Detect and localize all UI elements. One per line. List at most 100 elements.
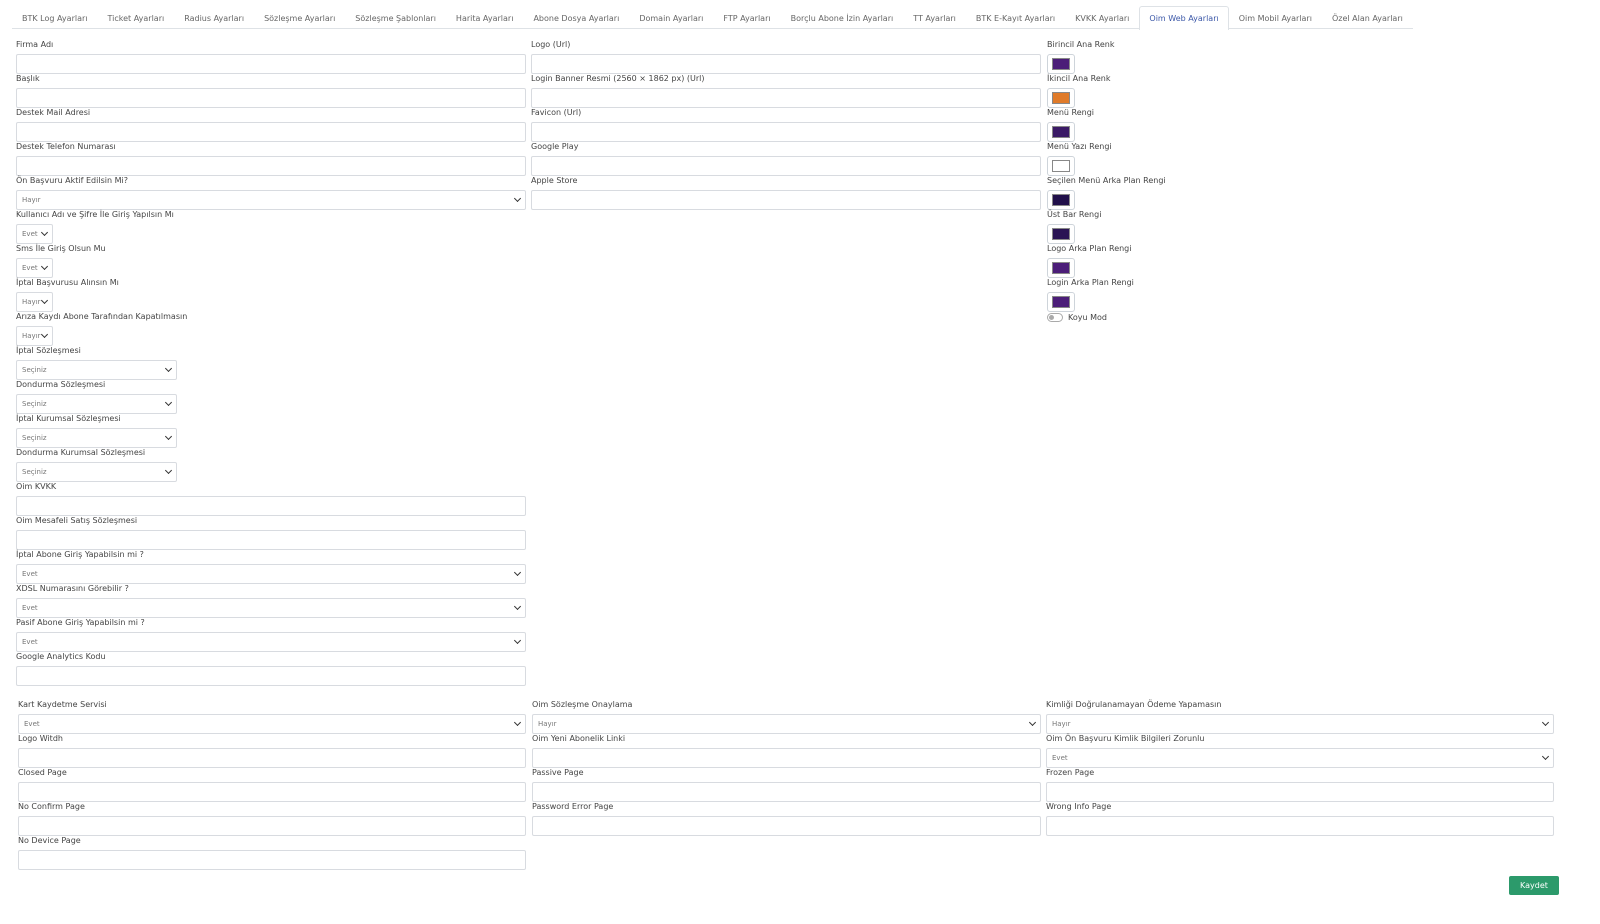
iptal-basvuru-select[interactable]: Hayır	[16, 292, 53, 312]
wrong-info-page-input[interactable]	[1046, 816, 1554, 836]
chevron-down-icon	[164, 398, 173, 407]
baslik-label: Başlık	[16, 74, 40, 83]
no-confirm-page-label: No Confirm Page	[18, 802, 85, 811]
ariza-kaydi-select[interactable]: Hayır	[16, 326, 53, 346]
iptal-basvuru-field: İptal Başvurusu Alınsın Mı Hayır	[16, 277, 316, 312]
ariza-kaydi-field: Arıza Kaydı Abone Tarafından Kapatılması…	[16, 311, 316, 346]
menu-renk-picker[interactable]	[1047, 122, 1075, 142]
oim-kvkk-input[interactable]	[16, 496, 526, 516]
login-banner-input[interactable]	[531, 88, 1041, 108]
sms-giris-label: Sms İle Giriş Olsun Mu	[16, 244, 106, 253]
menu-renk-field: Menü Rengi	[1047, 107, 1247, 142]
tab-kvkk[interactable]: KVKK Ayarları	[1065, 6, 1139, 29]
oim-on-basvuru-kimlik-value: Evet	[1052, 754, 1068, 762]
color-swatch	[1052, 296, 1070, 308]
passive-page-field: Passive Page	[532, 767, 1041, 802]
google-analytics-input[interactable]	[16, 666, 526, 686]
destek-telefon-input[interactable]	[16, 156, 526, 176]
dondurma-sozlesme-select[interactable]: Seçiniz	[16, 394, 177, 414]
destek-telefon-field: Destek Telefon Numarası	[16, 141, 526, 176]
on-basvuru-field: Ön Başvuru Aktif Edilsin Mi? Hayır	[16, 175, 526, 210]
ust-bar-renk-field: Üst Bar Rengi	[1047, 209, 1247, 244]
logo-url-input[interactable]	[531, 54, 1041, 74]
kimligi-dogrulanamayan-value: Hayır	[1052, 720, 1071, 728]
birincil-renk-label: Birincil Ana Renk	[1047, 40, 1115, 49]
destek-mail-input[interactable]	[16, 122, 526, 142]
sms-giris-select[interactable]: Evet	[16, 258, 53, 278]
baslik-input[interactable]	[16, 88, 526, 108]
dondurma-kurumsal-select[interactable]: Seçiniz	[16, 462, 177, 482]
tab-domain[interactable]: Domain Ayarları	[629, 6, 713, 29]
google-play-input[interactable]	[531, 156, 1041, 176]
iptal-sozlesme-value: Seçiniz	[22, 366, 47, 374]
tab-sozlesme-sablonlari[interactable]: Sözleşme Şablonları	[345, 6, 446, 29]
tab-btk-log[interactable]: BTK Log Ayarları	[12, 6, 98, 29]
secilen-menu-renk-picker[interactable]	[1047, 190, 1075, 210]
oim-sozlesme-onay-select[interactable]: Hayır	[532, 714, 1041, 734]
tab-abone-dosya[interactable]: Abone Dosya Ayarları	[523, 6, 629, 29]
login-arka-renk-picker[interactable]	[1047, 292, 1075, 312]
xdsl-numara-label: XDSL Numarasını Görebilir ?	[16, 584, 129, 593]
tab-sozlesme[interactable]: Sözleşme Ayarları	[254, 6, 345, 29]
kimligi-dogrulanamayan-select[interactable]: Hayır	[1046, 714, 1554, 734]
oim-yeni-abonelik-input[interactable]	[532, 748, 1041, 768]
oim-mesafeli-label: Oim Mesafeli Satış Sözleşmesi	[16, 516, 138, 525]
apple-store-input[interactable]	[531, 190, 1041, 210]
tab-harita[interactable]: Harita Ayarları	[446, 6, 524, 29]
kart-kaydetme-field: Kart Kaydetme Servisi Evet	[18, 699, 526, 734]
favicon-label: Favicon (Url)	[531, 108, 582, 117]
ust-bar-renk-picker[interactable]	[1047, 224, 1075, 244]
koyu-mod-toggle[interactable]	[1047, 313, 1063, 322]
kart-kaydetme-select[interactable]: Evet	[18, 714, 526, 734]
on-basvuru-select[interactable]: Hayır	[16, 190, 526, 210]
tab-ozel-alan[interactable]: Özel Alan Ayarları	[1322, 6, 1413, 29]
pasif-abone-giris-select[interactable]: Evet	[16, 632, 526, 652]
firma-adi-input[interactable]	[16, 54, 526, 74]
passive-page-label: Passive Page	[532, 768, 584, 777]
frozen-page-input[interactable]	[1046, 782, 1554, 802]
ikincil-renk-field: İkincil Ana Renk	[1047, 73, 1247, 108]
oim-on-basvuru-kimlik-select[interactable]: Evet	[1046, 748, 1554, 768]
frozen-page-label: Frozen Page	[1046, 768, 1095, 777]
birincil-renk-picker[interactable]	[1047, 54, 1075, 74]
tab-tt[interactable]: TT Ayarları	[903, 6, 966, 29]
tab-oim-mobil[interactable]: Oim Mobil Ayarları	[1229, 6, 1322, 29]
tab-btk-ekayit[interactable]: BTK E-Kayıt Ayarları	[966, 6, 1065, 29]
chevron-down-icon	[1541, 718, 1550, 727]
kullanici-giris-field: Kullanıcı Adı ve Şifre İle Giriş Yapılsı…	[16, 209, 316, 244]
kullanici-giris-select[interactable]: Evet	[16, 224, 53, 244]
xdsl-numara-select[interactable]: Evet	[16, 598, 526, 618]
logo-arka-renk-picker[interactable]	[1047, 258, 1075, 278]
closed-page-input[interactable]	[18, 782, 526, 802]
ikincil-renk-picker[interactable]	[1047, 88, 1075, 108]
chevron-down-icon	[164, 364, 173, 373]
destek-mail-label: Destek Mail Adresi	[16, 108, 91, 117]
no-confirm-page-input[interactable]	[18, 816, 526, 836]
tab-borclu-abone[interactable]: Borçlu Abone İzin Ayarları	[781, 6, 904, 29]
iptal-abone-giris-field: İptal Abone Giriş Yapabilsin mi ? Evet	[16, 549, 526, 584]
color-swatch	[1052, 126, 1070, 138]
favicon-input[interactable]	[531, 122, 1041, 142]
save-button[interactable]: Kaydet	[1509, 876, 1559, 895]
tab-ticket[interactable]: Ticket Ayarları	[98, 6, 175, 29]
oim-mesafeli-input[interactable]	[16, 530, 526, 550]
iptal-kurumsal-select[interactable]: Seçiniz	[16, 428, 177, 448]
chevron-down-icon	[1541, 752, 1550, 761]
password-error-page-input[interactable]	[532, 816, 1041, 836]
chevron-down-icon	[164, 432, 173, 441]
iptal-sozlesme-select[interactable]: Seçiniz	[16, 360, 177, 380]
logo-width-input[interactable]	[18, 748, 526, 768]
iptal-abone-giris-select[interactable]: Evet	[16, 564, 526, 584]
tab-ftp[interactable]: FTP Ayarları	[713, 6, 780, 29]
tab-oim-web[interactable]: Oim Web Ayarları	[1139, 6, 1229, 30]
passive-page-input[interactable]	[532, 782, 1041, 802]
iptal-abone-giris-value: Evet	[22, 570, 38, 578]
tab-radius[interactable]: Radius Ayarları	[174, 6, 254, 29]
dondurma-kurumsal-value: Seçiniz	[22, 468, 47, 476]
pasif-abone-giris-field: Pasif Abone Giriş Yapabilsin mi ? Evet	[16, 617, 526, 652]
menu-yazi-renk-picker[interactable]	[1047, 156, 1075, 176]
destek-telefon-label: Destek Telefon Numarası	[16, 142, 116, 151]
iptal-sozlesme-label: İptal Sözleşmesi	[16, 346, 81, 355]
ariza-kaydi-value: Hayır	[22, 332, 41, 340]
no-device-page-input[interactable]	[18, 850, 526, 870]
